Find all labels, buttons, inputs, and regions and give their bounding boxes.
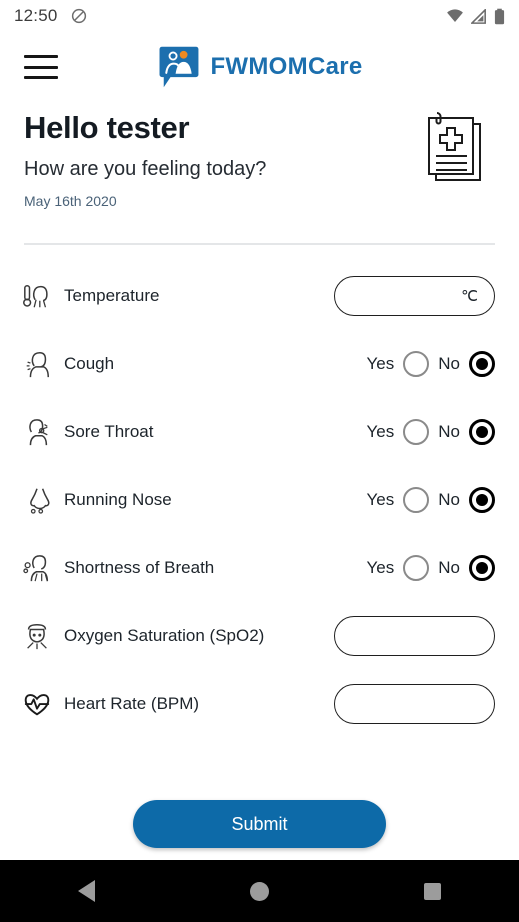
medical-report-icon xyxy=(428,112,481,181)
running-nose-radio-yes[interactable] xyxy=(403,487,430,513)
android-nav-bar xyxy=(0,860,519,922)
greeting-date: May 16th 2020 xyxy=(24,193,117,209)
status-time: 12:50 xyxy=(14,6,58,25)
form-control-running-nose: Yes No xyxy=(367,487,495,513)
form-row-running-nose: Running Nose Yes No xyxy=(0,466,519,534)
form-label-shortness-of-breath: Shortness of Breath xyxy=(64,558,215,577)
thermometer-head-icon xyxy=(20,279,54,313)
recent-apps-square-icon xyxy=(424,882,441,900)
status-left-icons xyxy=(70,7,88,25)
oxygen-mask-icon xyxy=(20,619,54,653)
nav-home-button[interactable] xyxy=(230,871,290,911)
cough-yes-label: Yes xyxy=(366,354,395,373)
hamburger-menu-icon[interactable] xyxy=(24,55,58,79)
form-row-temperature: Temperature ℃ xyxy=(0,262,519,330)
sore-throat-radio-no[interactable] xyxy=(469,419,495,445)
sore-throat-radio-yes[interactable] xyxy=(403,419,430,445)
form-control-shortness-of-breath: Yes No xyxy=(367,555,495,581)
oxygen-saturation-input[interactable] xyxy=(334,616,495,656)
form-control-sore-throat: Yes No xyxy=(367,419,495,445)
sore-throat-no-label: No xyxy=(438,422,460,441)
back-triangle-icon xyxy=(78,880,95,902)
form-row-oxygen-saturation: Oxygen Saturation (SpO2) xyxy=(0,602,519,670)
form-control-oxygen-saturation xyxy=(334,616,495,656)
form-row-shortness-of-breath: Shortness of Breath Yes No xyxy=(0,534,519,602)
battery-icon xyxy=(494,8,505,24)
form-control-temperature: ℃ xyxy=(334,276,495,316)
form-row-sore-throat: Sore Throat Yes No xyxy=(0,398,519,466)
cellular-signal-icon xyxy=(471,8,486,24)
form-label-temperature: Temperature xyxy=(64,286,160,305)
app-screen: 12:50 FWMOMCare Hello tester How are you… xyxy=(0,0,519,922)
cough-person-icon xyxy=(20,347,54,381)
app-bar: FWMOMCare xyxy=(0,32,519,102)
shortness-of-breath-radio-no[interactable] xyxy=(469,555,495,581)
nose-icon xyxy=(20,483,54,517)
cough-no-label: No xyxy=(438,354,460,373)
shortness-of-breath-radio-yes[interactable] xyxy=(403,555,430,581)
cough-radio-yes[interactable] xyxy=(403,351,430,377)
wifi-icon xyxy=(447,9,463,22)
temperature-unit: ℃ xyxy=(461,288,478,305)
submit-area: Submit xyxy=(0,800,519,848)
running-nose-yes-label: Yes xyxy=(366,490,395,509)
nav-recent-button[interactable] xyxy=(403,871,463,911)
form-control-heart-rate xyxy=(334,684,495,724)
status-bar: 12:50 xyxy=(0,0,519,32)
shortness-of-breath-no-label: No xyxy=(438,558,460,577)
status-right-icons xyxy=(446,8,505,25)
sore-throat-person-icon xyxy=(20,415,54,449)
form-label-sore-throat: Sore Throat xyxy=(64,422,154,441)
sore-throat-yes-label: Yes xyxy=(366,422,395,441)
symptom-form: Temperature ℃ Cough Yes No Sore Throat Y… xyxy=(0,262,519,738)
form-row-cough: Cough Yes No xyxy=(0,330,519,398)
running-nose-no-label: No xyxy=(438,490,460,509)
brand-name: FWMOMCare xyxy=(210,53,363,80)
form-row-heart-rate: Heart Rate (BPM) xyxy=(0,670,519,738)
cough-radio-no[interactable] xyxy=(469,351,495,377)
fwmomcare-logo-icon xyxy=(159,46,198,88)
form-label-heart-rate: Heart Rate (BPM) xyxy=(64,694,200,713)
form-label-oxygen-saturation: Oxygen Saturation (SpO2) xyxy=(64,626,265,645)
do-not-disturb-icon xyxy=(71,8,86,24)
submit-button[interactable]: Submit xyxy=(133,800,386,848)
brand[interactable]: FWMOMCare xyxy=(156,45,362,89)
breathing-person-icon xyxy=(20,551,54,585)
form-label-running-nose: Running Nose xyxy=(64,490,172,509)
temperature-input[interactable]: ℃ xyxy=(334,276,495,316)
form-control-cough: Yes No xyxy=(367,351,495,377)
running-nose-radio-no[interactable] xyxy=(469,487,495,513)
heart-pulse-icon xyxy=(20,687,54,721)
shortness-of-breath-yes-label: Yes xyxy=(366,558,395,577)
heart-rate-input[interactable] xyxy=(334,684,495,724)
section-divider xyxy=(24,243,495,245)
nav-back-button[interactable] xyxy=(57,871,117,911)
form-label-cough: Cough xyxy=(64,354,115,373)
home-circle-icon xyxy=(250,881,269,901)
